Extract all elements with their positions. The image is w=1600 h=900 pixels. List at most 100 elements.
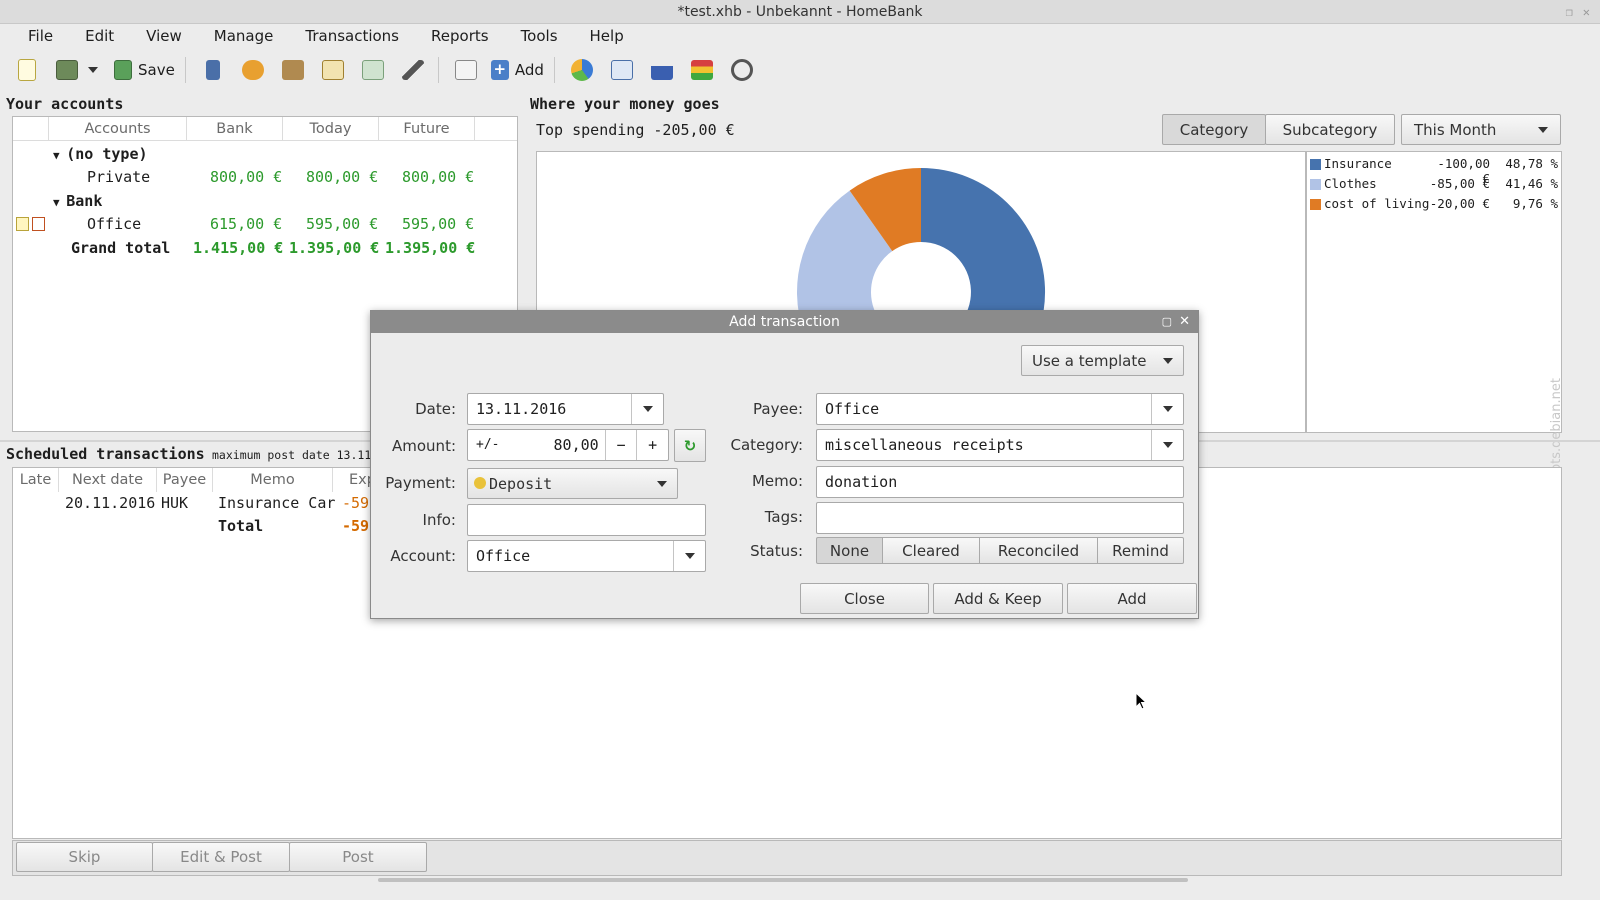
col-today[interactable]: Today — [283, 117, 379, 141]
scheduled-memo[interactable]: Insurance Car — [218, 494, 335, 512]
category-dropdown[interactable] — [1151, 430, 1183, 460]
tab-subcategory[interactable]: Subcategory — [1265, 114, 1395, 145]
legend-item: cost of living -20,00 € 9,76 % — [1310, 195, 1560, 213]
balance-button[interactable] — [647, 55, 677, 85]
new-file-icon — [18, 59, 36, 81]
menu-manage[interactable]: Manage — [198, 25, 290, 47]
magic-wand-icon — [401, 60, 424, 80]
show-transactions-button[interactable] — [451, 55, 481, 85]
open-button[interactable] — [52, 55, 82, 85]
trend-time-button[interactable] — [607, 55, 637, 85]
payee-field[interactable]: Office — [816, 393, 1184, 425]
menu-help[interactable]: Help — [574, 25, 640, 47]
expander-icon[interactable]: ▼ — [53, 196, 66, 209]
menu-edit[interactable]: Edit — [69, 25, 130, 47]
skip-button[interactable]: Skip — [16, 842, 153, 872]
account-dropdown[interactable] — [673, 541, 705, 571]
account-label: Account: — [390, 547, 456, 565]
status-cleared[interactable]: Cleared — [883, 537, 980, 564]
amount-field[interactable]: +/- 80,00 − + — [467, 429, 669, 461]
close-icon[interactable]: ✕ — [1179, 311, 1190, 333]
account-office[interactable]: Office — [87, 215, 141, 233]
status-group: None Cleared Reconciled Remind — [816, 537, 1184, 564]
assign-button[interactable] — [398, 55, 428, 85]
memo-field[interactable]: donation — [816, 466, 1184, 498]
status-reconciled[interactable]: Reconciled — [980, 537, 1098, 564]
statistics-button[interactable] — [567, 55, 597, 85]
group-bank[interactable]: ▼ Bank — [53, 192, 102, 210]
category-field[interactable]: miscellaneous receipts — [816, 429, 1184, 461]
maximize-icon[interactable]: ▢ — [1162, 311, 1172, 333]
budget-button[interactable] — [358, 55, 388, 85]
status-remind[interactable]: Remind — [1098, 537, 1184, 564]
expander-icon[interactable]: ▼ — [53, 149, 66, 162]
car-cost-button[interactable] — [727, 55, 757, 85]
scheduled-button[interactable] — [318, 55, 348, 85]
post-button[interactable]: Post — [289, 842, 427, 872]
account-private[interactable]: Private — [87, 168, 150, 186]
col-late[interactable]: Late — [13, 468, 59, 492]
template-select[interactable]: Use a template — [1021, 345, 1184, 376]
col-payee[interactable]: Payee — [157, 468, 213, 492]
new-file-button[interactable] — [12, 55, 42, 85]
group-no-type[interactable]: ▼ (no type) — [53, 145, 148, 163]
close-window-icon[interactable]: ✕ — [1583, 5, 1590, 19]
menu-view[interactable]: View — [130, 25, 198, 47]
horizontal-scrollbar[interactable] — [378, 878, 1188, 882]
close-button[interactable]: Close — [800, 583, 929, 614]
increment-button[interactable]: + — [636, 430, 668, 460]
edit-post-button[interactable]: Edit & Post — [152, 842, 290, 872]
scheduled-date[interactable]: 20.11.2016 — [65, 494, 155, 512]
chevron-down-icon — [1162, 406, 1173, 412]
info-label: Info: — [422, 511, 456, 529]
accounts-button[interactable] — [198, 55, 228, 85]
date-field[interactable]: 13.11.2016 — [467, 393, 664, 425]
chevron-down-icon — [684, 553, 695, 559]
restore-icon[interactable]: ❐ — [1566, 5, 1573, 19]
account-today-value: 800,00 € — [306, 168, 379, 186]
calendar-dropdown[interactable] — [631, 394, 663, 424]
dialog-titlebar: Add transaction ▢ ✕ — [371, 311, 1198, 333]
add-transaction-button[interactable]: + Add — [490, 55, 544, 85]
date-value[interactable]: 13.11.2016 — [468, 394, 631, 424]
account-select[interactable]: Office — [467, 540, 706, 572]
menu-transactions[interactable]: Transactions — [289, 25, 415, 47]
add-keep-button[interactable]: Add & Keep — [933, 583, 1063, 614]
steering-wheel-icon — [730, 59, 753, 81]
col-future[interactable]: Future — [379, 117, 475, 141]
scheduled-payee[interactable]: HUK — [161, 494, 188, 512]
decrement-button[interactable]: − — [604, 430, 637, 460]
period-select[interactable]: This Month — [1401, 114, 1561, 145]
menu-file[interactable]: File — [12, 25, 69, 47]
categories-button[interactable] — [278, 55, 308, 85]
account-today-value: 595,00 € — [306, 215, 379, 233]
menu-reports[interactable]: Reports — [415, 25, 505, 47]
toolbar-separator — [184, 57, 186, 83]
book-icon — [454, 60, 477, 80]
add-button[interactable]: Add — [1067, 583, 1197, 614]
menu-tools[interactable]: Tools — [505, 25, 574, 47]
open-recent-dropdown[interactable] — [86, 55, 100, 85]
payees-button[interactable] — [238, 55, 268, 85]
payment-label: Payment: — [385, 474, 456, 492]
new-account-icon — [16, 217, 29, 231]
col-bank[interactable]: Bank — [187, 117, 283, 141]
payment-select[interactable]: Deposit — [467, 468, 678, 499]
grand-total-future: 1.395,00 € — [385, 239, 476, 257]
save-button[interactable]: Save — [114, 55, 175, 85]
info-field[interactable] — [467, 504, 706, 536]
spending-title: Where your money goes — [530, 95, 720, 113]
col-next-date[interactable]: Next date — [59, 468, 157, 492]
budget-report-button[interactable] — [687, 55, 717, 85]
amount-value[interactable]: 80,00 — [508, 430, 605, 460]
payee-dropdown[interactable] — [1151, 394, 1183, 424]
tags-label: Tags: — [764, 508, 803, 526]
edit-account-icon — [32, 217, 45, 231]
col-accounts[interactable]: Accounts — [49, 117, 187, 141]
sign-toggle[interactable]: +/- — [468, 430, 508, 460]
currency-convert-button[interactable]: ↻ — [674, 429, 706, 462]
status-none[interactable]: None — [816, 537, 883, 564]
tags-field[interactable] — [816, 502, 1184, 534]
col-memo[interactable]: Memo — [213, 468, 333, 492]
tab-category[interactable]: Category — [1162, 114, 1266, 145]
